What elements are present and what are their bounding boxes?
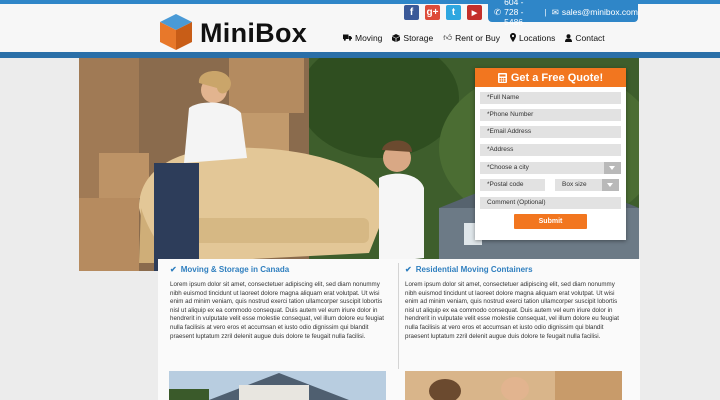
nav-label-locations: Locations [518,32,556,43]
box-icon [392,33,401,42]
submit-button[interactable]: Submit [514,214,587,229]
contact-bar: ✆ 604 - 728 - 5486 | ✉ sales@minibox.com [488,0,638,27]
contact-phone[interactable]: 604 - 728 - 5486 [504,0,539,27]
site-logo[interactable]: MiniBox [158,12,358,52]
quote-form: Get a Free Quote! *Full Name *Phone Numb… [475,68,626,240]
section-title: Residential Moving Containers [415,264,533,274]
thumbs-up-icon: 👍︎ [443,32,453,42]
truck-icon [343,34,352,41]
city-select[interactable]: *Choose a city [480,162,621,174]
section-body: Lorem ipsum dolor sit amet, consectetuer… [170,281,384,340]
twitter-icon[interactable]: t [446,5,461,20]
user-icon [565,33,573,42]
section-body: Lorem ipsum dolor sit amet, consectetuer… [405,281,619,340]
family-thumbnail-image [405,371,622,400]
address-field[interactable]: *Address [480,144,621,156]
full-name-field[interactable]: *Full Name [480,92,621,104]
nav-label-storage: Storage [403,32,434,43]
main-nav: Moving Storage 👍︎ Rent or Buy Locations … [343,32,605,43]
map-marker-icon [509,33,516,42]
contact-separator: | [544,7,547,17]
comment-field[interactable]: Comment (Optional) [480,197,621,209]
cube-logo-icon [160,14,192,50]
facebook-icon[interactable]: f [404,5,419,20]
google-plus-icon[interactable]: g+ [425,5,440,20]
section-title: Moving & Storage in Canada [180,264,290,274]
box-size-select[interactable]: Box size [555,179,619,191]
chevron-down-icon [604,162,621,174]
chevron-down-icon [602,179,619,191]
social-links: f g+ t ▶ [404,5,482,20]
box-size-value: Box size [562,181,587,188]
email-field[interactable]: *Email Address [480,126,621,138]
content-panel: ✔ Moving & Storage in Canada Lorem ipsum… [158,259,640,400]
nav-item-moving[interactable]: Moving [343,32,382,43]
nav-label-contact: Contact [575,32,605,43]
nav-item-contact[interactable]: Contact [565,32,605,43]
section-moving-storage: ✔ Moving & Storage in Canada Lorem ipsum… [170,263,392,341]
column-divider [398,263,399,369]
quote-title: Get a Free Quote! [510,71,604,84]
section-residential-containers: ✔ Residential Moving Containers Lorem ip… [405,263,627,341]
section-heading: ✔ Moving & Storage in Canada [170,263,392,275]
check-icon: ✔ [405,264,412,274]
nav-item-rent-or-buy[interactable]: 👍︎ Rent or Buy [443,32,500,43]
city-select-value: *Choose a city [487,164,529,171]
check-icon: ✔ [170,264,177,274]
nav-label-moving: Moving [355,32,383,43]
nav-item-locations[interactable]: Locations [509,32,556,43]
phone-icon: ✆ [494,6,502,17]
quote-header: Get a Free Quote! [475,68,626,87]
section-heading: ✔ Residential Moving Containers [405,263,627,275]
brand-name: MiniBox [200,18,308,48]
contact-email[interactable]: sales@minibox.com [562,7,638,17]
youtube-icon[interactable]: ▶ [467,5,482,20]
email-icon: ✉ [551,6,559,17]
nav-label-rent-or-buy: Rent or Buy [455,32,500,43]
phone-field[interactable]: *Phone Number [480,109,621,121]
house-thumbnail-image [169,371,386,400]
calculator-icon [497,72,507,83]
postal-code-field[interactable]: *Postal code [480,179,545,191]
nav-item-storage[interactable]: Storage [392,32,433,43]
